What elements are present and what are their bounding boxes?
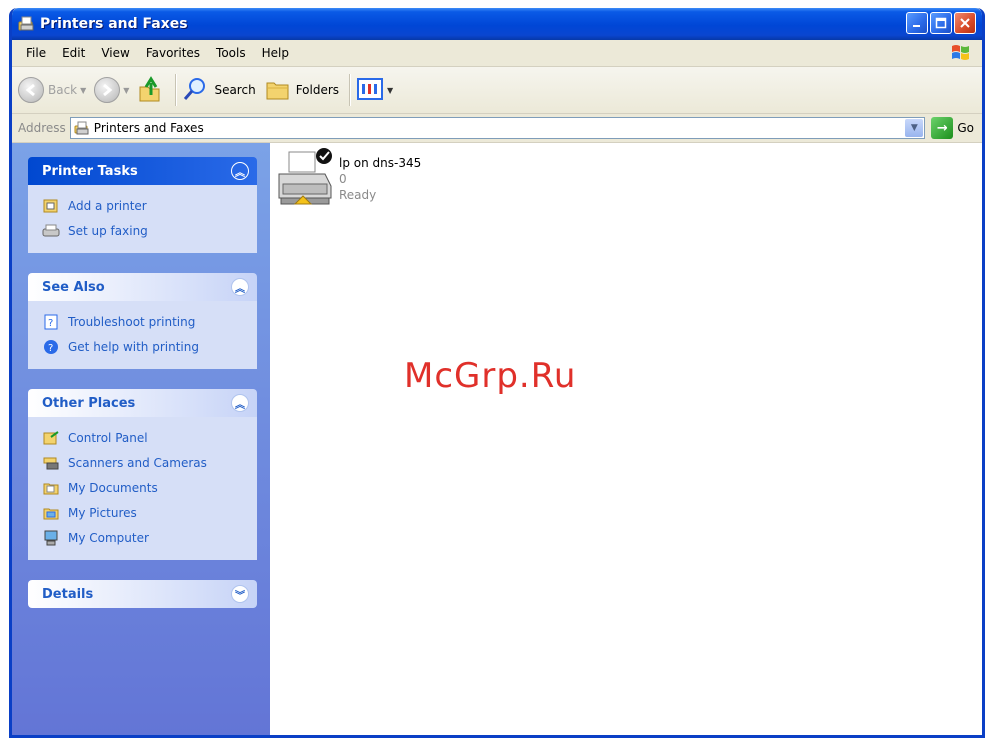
other-places-title: Other Places — [42, 395, 136, 411]
see-also-panel: See Also ︽ ? Troubleshoot printing ? Get… — [28, 273, 257, 369]
up-folder-button[interactable] — [137, 75, 165, 106]
windows-logo-icon — [950, 43, 972, 63]
task-label: My Computer — [68, 530, 149, 545]
other-places-header[interactable]: Other Places ︽ — [28, 389, 257, 417]
printer-name: lp on dns-345 — [339, 156, 422, 170]
task-get-help-printing[interactable]: ? Get help with printing — [42, 334, 247, 359]
see-also-title: See Also — [42, 279, 105, 295]
svg-text:?: ? — [48, 343, 53, 354]
search-button[interactable]: Search — [182, 75, 256, 106]
place-scanners-cameras[interactable]: Scanners and Cameras — [42, 450, 247, 475]
maximize-button[interactable] — [930, 12, 952, 34]
go-arrow-icon: → — [931, 117, 954, 139]
folders-button[interactable]: Folders — [264, 75, 339, 106]
see-also-header[interactable]: See Also ︽ — [28, 273, 257, 301]
place-my-pictures[interactable]: My Pictures — [42, 500, 247, 525]
address-label: Address — [18, 121, 66, 135]
up-folder-icon — [137, 75, 165, 106]
other-places-panel: Other Places ︽ Control Panel Scanners an… — [28, 389, 257, 560]
file-view[interactable]: lp on dns-345 0 Ready — [270, 143, 982, 735]
views-button[interactable]: ▼ — [356, 76, 393, 105]
task-label: Control Panel — [68, 430, 148, 445]
task-label: Set up faxing — [68, 223, 148, 238]
my-computer-icon — [42, 529, 60, 547]
task-pane: Printer Tasks ︽ Add a printer Set up fax… — [12, 143, 270, 735]
my-documents-icon — [42, 479, 60, 497]
task-label: My Documents — [68, 480, 158, 495]
printers-folder-icon — [74, 120, 90, 136]
expand-chevron-icon[interactable]: ︾ — [231, 585, 249, 603]
toolbar-separator-2 — [349, 74, 351, 106]
details-panel: Details ︾ — [28, 580, 257, 608]
help-book-icon: ? — [42, 313, 60, 331]
details-header[interactable]: Details ︾ — [28, 580, 257, 608]
svg-text:?: ? — [48, 318, 53, 329]
address-dropdown-icon[interactable]: ▼ — [905, 119, 924, 137]
default-printer-icon — [275, 146, 337, 210]
views-icon — [356, 76, 384, 105]
place-control-panel[interactable]: Control Panel — [42, 425, 247, 450]
add-printer-icon — [42, 197, 60, 215]
printer-tasks-header[interactable]: Printer Tasks ︽ — [28, 157, 257, 185]
close-button[interactable] — [954, 12, 976, 34]
title-bar[interactable]: Printers and Faxes — [12, 8, 982, 40]
folders-icon — [264, 75, 292, 106]
menu-edit[interactable]: Edit — [54, 46, 93, 60]
task-set-up-faxing[interactable]: Set up faxing — [42, 218, 247, 243]
views-dropdown-icon[interactable]: ▼ — [387, 86, 393, 95]
back-arrow-icon — [18, 77, 44, 103]
watermark-text: McGrp.Ru — [404, 356, 577, 396]
menu-favorites[interactable]: Favorites — [138, 46, 208, 60]
go-label: Go — [957, 121, 974, 135]
printer-item[interactable]: lp on dns-345 0 Ready — [275, 146, 421, 210]
collapse-chevron-icon[interactable]: ︽ — [231, 162, 249, 180]
fax-icon — [42, 222, 60, 240]
forward-arrow-icon — [94, 77, 121, 103]
forward-dropdown-icon[interactable]: ▼ — [123, 86, 129, 95]
place-my-computer[interactable]: My Computer — [42, 525, 247, 550]
minimize-button[interactable] — [906, 12, 928, 34]
address-bar: Address Printers and Faxes ▼ → Go — [12, 114, 982, 143]
task-troubleshoot-printing[interactable]: ? Troubleshoot printing — [42, 309, 247, 334]
scanner-camera-icon — [42, 454, 60, 472]
menu-bar: File Edit View Favorites Tools Help — [12, 40, 982, 67]
back-label: Back — [48, 83, 78, 97]
task-add-printer[interactable]: Add a printer — [42, 193, 247, 218]
printer-jobs: 0 — [339, 172, 347, 186]
place-my-documents[interactable]: My Documents — [42, 475, 247, 500]
task-label: Scanners and Cameras — [68, 455, 207, 470]
go-button[interactable]: → Go — [931, 117, 974, 139]
task-label: Get help with printing — [68, 339, 199, 354]
task-label: Troubleshoot printing — [68, 314, 196, 329]
control-panel-icon — [42, 429, 60, 447]
task-label: My Pictures — [68, 505, 137, 520]
menu-tools[interactable]: Tools — [208, 46, 254, 60]
back-button[interactable]: Back ▼ — [18, 77, 86, 103]
search-label: Search — [214, 83, 256, 97]
content-area: Printer Tasks ︽ Add a printer Set up fax… — [12, 143, 982, 735]
task-label: Add a printer — [68, 198, 147, 213]
printer-tasks-title: Printer Tasks — [42, 163, 138, 179]
menu-help[interactable]: Help — [254, 46, 297, 60]
collapse-chevron-icon[interactable]: ︽ — [231, 278, 249, 296]
window-title: Printers and Faxes — [40, 16, 188, 32]
printers-folder-icon — [18, 15, 36, 33]
printer-tasks-panel: Printer Tasks ︽ Add a printer Set up fax… — [28, 157, 257, 253]
menu-file[interactable]: File — [18, 46, 54, 60]
search-icon — [182, 75, 210, 106]
back-dropdown-icon[interactable]: ▼ — [80, 86, 86, 95]
collapse-chevron-icon[interactable]: ︽ — [231, 394, 249, 412]
address-input[interactable]: Printers and Faxes ▼ — [69, 117, 926, 139]
menu-view[interactable]: View — [93, 46, 137, 60]
my-pictures-icon — [42, 504, 60, 522]
forward-button[interactable]: ▼ — [94, 77, 129, 103]
toolbar-separator — [175, 74, 177, 106]
standard-toolbar: Back ▼ ▼ Search Folders ▼ — [12, 67, 982, 114]
printer-status: Ready — [339, 188, 377, 202]
help-globe-icon: ? — [42, 338, 60, 356]
address-value: Printers and Faxes — [93, 121, 204, 135]
folders-label: Folders — [295, 83, 340, 97]
details-title: Details — [42, 586, 94, 602]
